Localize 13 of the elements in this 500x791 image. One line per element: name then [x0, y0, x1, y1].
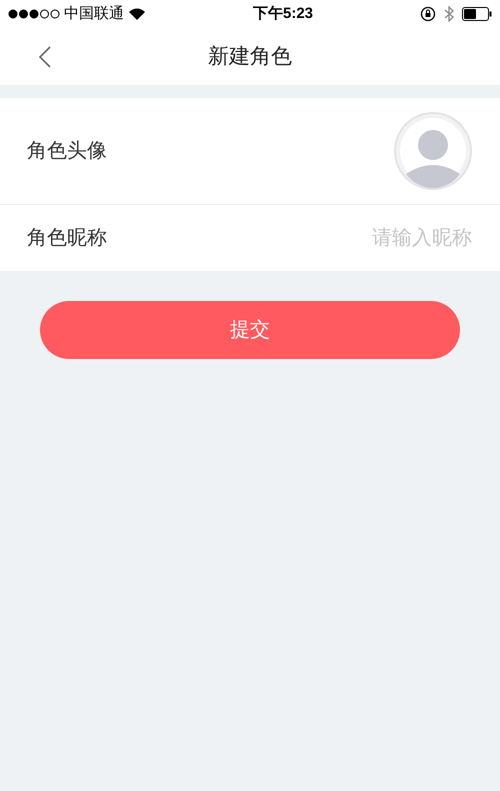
wifi-icon	[128, 7, 146, 21]
back-chevron-icon	[39, 46, 51, 68]
avatar-label: 角色头像	[27, 139, 107, 164]
submit-button[interactable]: 提交	[40, 301, 460, 359]
page-title: 新建角色	[208, 44, 292, 70]
carrier-name: 中国联通	[64, 4, 124, 24]
nickname-label: 角色昵称	[27, 226, 107, 251]
bluetooth-icon	[444, 6, 454, 22]
rotation-lock-icon	[420, 6, 436, 22]
signal-icon	[8, 9, 60, 19]
nickname-field[interactable]: 请输入昵称	[252, 223, 472, 253]
status-time: 下午5:23	[252, 4, 314, 24]
battery-icon	[462, 7, 492, 21]
